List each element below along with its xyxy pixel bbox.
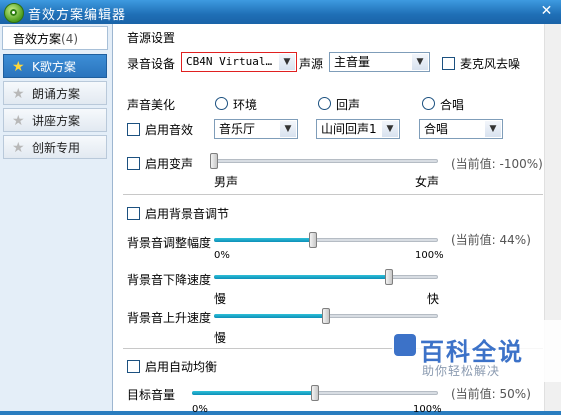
source-select[interactable]: 主音量 ▼: [329, 52, 430, 72]
echo-radio[interactable]: [318, 97, 331, 110]
down-speed-slider[interactable]: [214, 269, 438, 285]
env-radio[interactable]: [215, 97, 228, 110]
env-radio-label: 环境: [233, 98, 258, 112]
slider-thumb[interactable]: [384, 269, 393, 285]
sidebar-item-label: 讲座方案: [32, 114, 81, 128]
adjust-label: 背景音调整幅度: [127, 236, 212, 250]
sidebar-item-lecture[interactable]: ★ 讲座方案: [3, 108, 107, 132]
sidebar-item-karaoke[interactable]: ★ K歌方案: [3, 54, 107, 78]
sidebar-item-creative[interactable]: ★ 创新专用: [3, 135, 107, 159]
device-label: 录音设备: [127, 57, 176, 71]
voice-slider[interactable]: [210, 153, 438, 169]
target-volume-slider[interactable]: [192, 385, 438, 401]
echo-select[interactable]: 山间回声1 ▼: [316, 119, 400, 139]
slider-fill: [214, 238, 313, 242]
enable-effect-checkbox[interactable]: [127, 123, 140, 136]
chevron-down-icon: ▼: [412, 54, 428, 70]
sidebar-item-recitation[interactable]: ★ 朗诵方案: [3, 81, 107, 105]
slider-fill: [192, 391, 315, 395]
down-speed-min-label: 慢: [214, 292, 227, 306]
chorus-radio[interactable]: [422, 97, 435, 110]
scheme-count: (4): [61, 32, 79, 46]
sidebar-item-label: K歌方案: [32, 60, 76, 74]
close-icon[interactable]: ✕: [538, 3, 555, 20]
chevron-down-icon: ▼: [382, 121, 398, 137]
slider-thumb[interactable]: [322, 308, 330, 324]
sidebar-item-label: 创新专用: [32, 141, 81, 155]
slider-thumb[interactable]: [210, 153, 218, 169]
adjust-slider[interactable]: [214, 232, 438, 248]
star-icon: ★: [12, 113, 25, 129]
env-select[interactable]: 音乐厅 ▼: [214, 119, 298, 139]
slider-fill: [214, 275, 389, 279]
slider-track: [214, 159, 438, 163]
slider-thumb[interactable]: [308, 232, 317, 248]
chorus-radio-label: 合唱: [440, 98, 465, 112]
app-logo-icon: [4, 3, 24, 23]
target-max-label: 100%: [413, 404, 442, 415]
down-speed-max-label: 快: [427, 292, 440, 306]
noise-label: 麦克风去噪: [460, 57, 521, 71]
voice-max-label: 女声: [415, 175, 440, 189]
scheme-list-title: 音效方案: [13, 32, 62, 46]
enable-effect-label: 启用音效: [145, 123, 194, 137]
target-current-value: (当前值: 50%): [451, 387, 531, 401]
up-speed-min-label: 慢: [214, 331, 227, 345]
down-speed-label: 背景音下降速度: [127, 273, 212, 287]
enable-auto-label: 启用自动均衡: [145, 360, 218, 374]
title-bar: 音效方案编辑器 ✕: [0, 0, 561, 24]
target-min-label: 0%: [192, 404, 208, 415]
target-volume-label: 目标音量: [127, 388, 176, 402]
sidebar-item-label: 朗诵方案: [32, 87, 81, 101]
slider-thumb[interactable]: [311, 385, 319, 401]
chevron-down-icon: ▼: [280, 121, 296, 137]
watermark-logo-icon: [394, 334, 416, 356]
beautify-section-title: 声音美化: [127, 98, 176, 112]
chorus-select[interactable]: 合唱 ▼: [419, 119, 503, 139]
window-title: 音效方案编辑器: [28, 8, 127, 23]
star-icon: ★: [12, 86, 25, 102]
enable-background-label: 启用背景音调节: [145, 207, 230, 221]
enable-background-checkbox[interactable]: [127, 207, 140, 220]
adjust-max-label: 100%: [415, 250, 444, 261]
divider: [123, 194, 543, 195]
source-section-title: 音源设置: [127, 31, 176, 45]
enable-voice-label: 启用变声: [145, 157, 194, 171]
voice-current-value: (当前值: -100%): [451, 157, 543, 171]
up-speed-label: 背景音上升速度: [127, 311, 212, 325]
device-select[interactable]: CB4N Virtual… ▼: [181, 52, 297, 72]
source-label: 声源: [299, 57, 324, 71]
enable-voice-checkbox[interactable]: [127, 157, 140, 170]
scheme-sidebar: 音效方案(4) ★ K歌方案 ★ 朗诵方案 ★ 讲座方案 ★ 创新专用: [0, 24, 113, 411]
watermark: 百科全说 助你轻松解决: [392, 320, 561, 382]
watermark-subtitle: 助你轻松解决: [422, 364, 501, 378]
voice-min-label: 男声: [214, 175, 239, 189]
noise-checkbox[interactable]: [442, 57, 455, 70]
chevron-down-icon: ▼: [485, 121, 501, 137]
star-icon: ★: [12, 59, 25, 75]
enable-auto-checkbox[interactable]: [127, 360, 140, 373]
scheme-list-header: 音效方案(4): [2, 26, 108, 50]
star-icon: ★: [12, 140, 25, 156]
chevron-down-icon: ▼: [279, 54, 295, 70]
adjust-min-label: 0%: [214, 250, 230, 261]
adjust-current-value: (当前值: 44%): [451, 233, 531, 247]
slider-fill: [214, 314, 326, 318]
echo-radio-label: 回声: [336, 98, 361, 112]
